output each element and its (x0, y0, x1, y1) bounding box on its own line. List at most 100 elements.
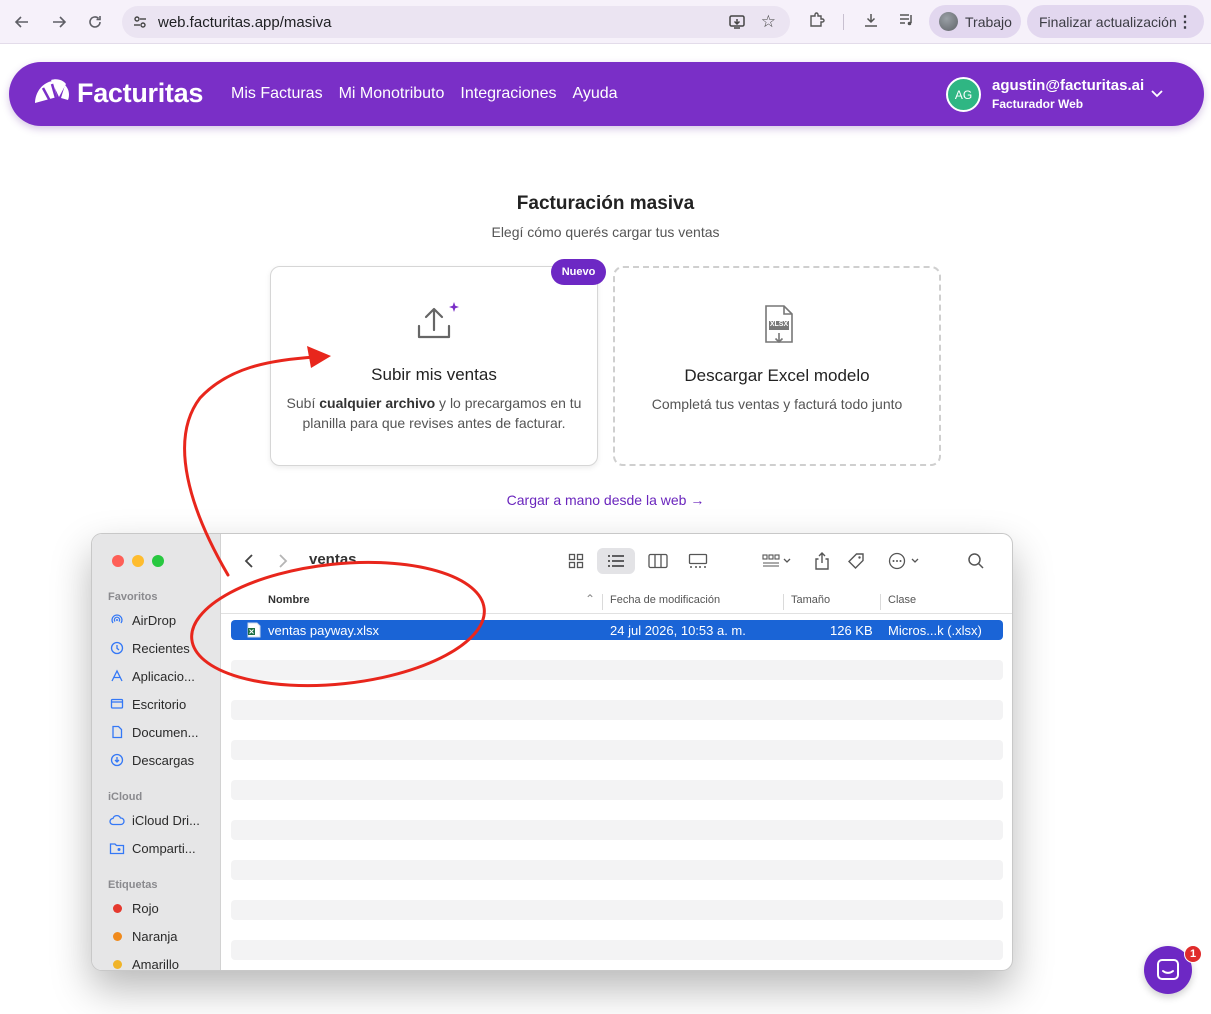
file-row[interactable]: ventas payway.xlsx 24 jul 2026, 10:53 a.… (231, 620, 1003, 640)
empty-row-stripe (231, 740, 1003, 760)
user-avatar[interactable]: AG (946, 77, 981, 112)
chevron-down-icon[interactable] (1150, 86, 1164, 105)
sidebar-tag-amarillo[interactable]: Amarillo (108, 954, 179, 970)
nav-integraciones[interactable]: Integraciones (460, 85, 556, 103)
sidebar-item-icloud-drive[interactable]: iCloud Dri... (108, 810, 200, 830)
empty-row-stripe (231, 940, 1003, 960)
croissant-logo-icon (35, 79, 69, 103)
orange-tag-dot (112, 931, 122, 941)
upload-card-title: Subir mis ventas (371, 365, 497, 384)
finder-toolbar: ventas (221, 534, 1012, 586)
empty-row-stripe (231, 860, 1003, 880)
reload-button[interactable] (83, 10, 107, 34)
forward-button[interactable] (47, 10, 71, 34)
tag-icon[interactable] (843, 548, 869, 574)
column-tamano[interactable]: Tamaño (791, 594, 830, 606)
sidebar-item-descargas[interactable]: Descargas (108, 750, 194, 770)
column-fecha[interactable]: Fecha de modificación (610, 594, 720, 606)
gallery-view-icon[interactable] (683, 548, 713, 574)
profile-avatar (939, 12, 958, 31)
apps-icon (108, 669, 126, 683)
profile-button[interactable]: Trabajo (929, 5, 1021, 38)
file-name: ventas payway.xlsx (268, 623, 380, 638)
minimize-window-icon[interactable] (132, 555, 144, 567)
toolbar-divider (843, 14, 844, 30)
red-tag-dot (112, 903, 122, 913)
forward-chevron-icon[interactable] (273, 548, 293, 574)
more-vert-icon[interactable]: ⋮ (1177, 12, 1193, 32)
arrow-left-icon (14, 16, 28, 28)
column-view-icon[interactable] (643, 548, 673, 574)
notification-badge: 1 (1184, 945, 1202, 963)
reload-icon (89, 16, 101, 28)
folder-title: ventas (309, 551, 357, 568)
sidebar-item-documentos[interactable]: Documen... (108, 722, 198, 742)
media-control-icon[interactable] (898, 11, 916, 34)
cloud-icon (108, 814, 126, 826)
back-chevron-icon[interactable] (239, 548, 259, 574)
user-role: Facturador Web (992, 97, 1084, 111)
install-app-icon[interactable] (728, 13, 746, 36)
download-icon (108, 753, 126, 767)
excel-card-description: Completá tus ventas y facturá todo junto (651, 396, 903, 412)
back-button[interactable] (10, 10, 34, 34)
share-icon[interactable] (809, 548, 835, 574)
yellow-tag-dot (112, 959, 122, 969)
finder-window[interactable]: Favoritos AirDrop Recientes Aplicacio...… (91, 533, 1013, 971)
nav-mis-facturas[interactable]: Mis Facturas (231, 85, 323, 103)
chat-icon (1157, 959, 1179, 980)
clock-icon (108, 641, 126, 655)
brand-name: Facturitas (77, 77, 204, 108)
upload-card-description: Subí cualquier archivo y lo precargamos … (286, 395, 582, 431)
file-modified: 24 jul 2026, 10:53 a. m. (610, 623, 746, 638)
excel-card-title: Descargar Excel modelo (684, 366, 870, 385)
download-excel-card[interactable]: XLSX Descargar Excel modelo Completá tus… (613, 266, 941, 466)
empty-row-stripe (231, 780, 1003, 800)
more-actions-icon[interactable] (885, 548, 925, 574)
sidebar-tag-rojo[interactable]: Rojo (108, 898, 159, 918)
nav-ayuda[interactable]: Ayuda (572, 85, 617, 103)
close-window-icon[interactable] (112, 555, 124, 567)
user-email[interactable]: agustin@facturitas.ai (992, 77, 1144, 94)
document-icon (108, 725, 126, 739)
shared-folder-icon (108, 842, 126, 855)
column-nombre[interactable]: Nombre (268, 594, 310, 606)
main-nav: Mis Facturas Mi Monotributo Integracione… (231, 85, 618, 103)
bookmark-star-icon[interactable]: ☆ (761, 12, 776, 32)
upload-icon (417, 302, 459, 339)
update-button[interactable]: Finalizar actualización ⋮ (1027, 5, 1204, 38)
page-subtitle: Elegí cómo querés cargar tus ventas (491, 224, 720, 240)
site-settings-icon[interactable] (132, 14, 148, 35)
upload-sales-card[interactable]: Subir mis ventas Subí cualquier archivo … (270, 266, 598, 466)
sidebar-section-favorites: Favoritos (108, 591, 158, 603)
extensions-icon[interactable] (808, 11, 826, 34)
icon-view-icon[interactable] (561, 548, 591, 574)
profile-label: Trabajo (965, 14, 1012, 30)
search-icon[interactable] (963, 548, 989, 574)
xlsx-icon-label: XLSX (769, 321, 789, 328)
column-clase[interactable]: Clase (888, 594, 916, 606)
sidebar-item-recientes[interactable]: Recientes (108, 638, 190, 658)
empty-row-stripe (231, 900, 1003, 920)
list-view-icon[interactable] (597, 548, 635, 574)
address-bar[interactable]: web.facturitas.app/masiva ☆ (122, 6, 790, 38)
nav-mi-monotributo[interactable]: Mi Monotributo (339, 85, 445, 103)
sidebar-section-tags: Etiquetas (108, 879, 158, 891)
manual-entry-link[interactable]: Cargar a mano desde la web → (0, 492, 1211, 508)
sidebar-item-compartido[interactable]: Comparti... (108, 838, 196, 858)
sidebar-item-airdrop[interactable]: AirDrop (108, 610, 176, 630)
airdrop-icon (108, 613, 126, 627)
new-badge: Nuevo (551, 259, 606, 285)
sort-chevron-icon[interactable]: ⌃ (585, 592, 595, 606)
sidebar-item-escritorio[interactable]: Escritorio (108, 694, 186, 714)
file-list-header: Nombre ⌃ Fecha de modificación Tamaño Cl… (221, 586, 1012, 614)
group-by-icon[interactable] (757, 548, 797, 574)
sidebar-item-aplicaciones[interactable]: Aplicacio... (108, 666, 195, 686)
downloads-icon[interactable] (862, 11, 880, 34)
url-text[interactable]: web.facturitas.app/masiva (158, 14, 331, 31)
brand-logo[interactable]: Facturitas (31, 76, 203, 110)
file-kind: Micros...k (.xlsx) (888, 623, 982, 638)
sidebar-tag-naranja[interactable]: Naranja (108, 926, 178, 946)
zoom-window-icon[interactable] (152, 555, 164, 567)
page-title: Facturación masiva (516, 193, 695, 214)
